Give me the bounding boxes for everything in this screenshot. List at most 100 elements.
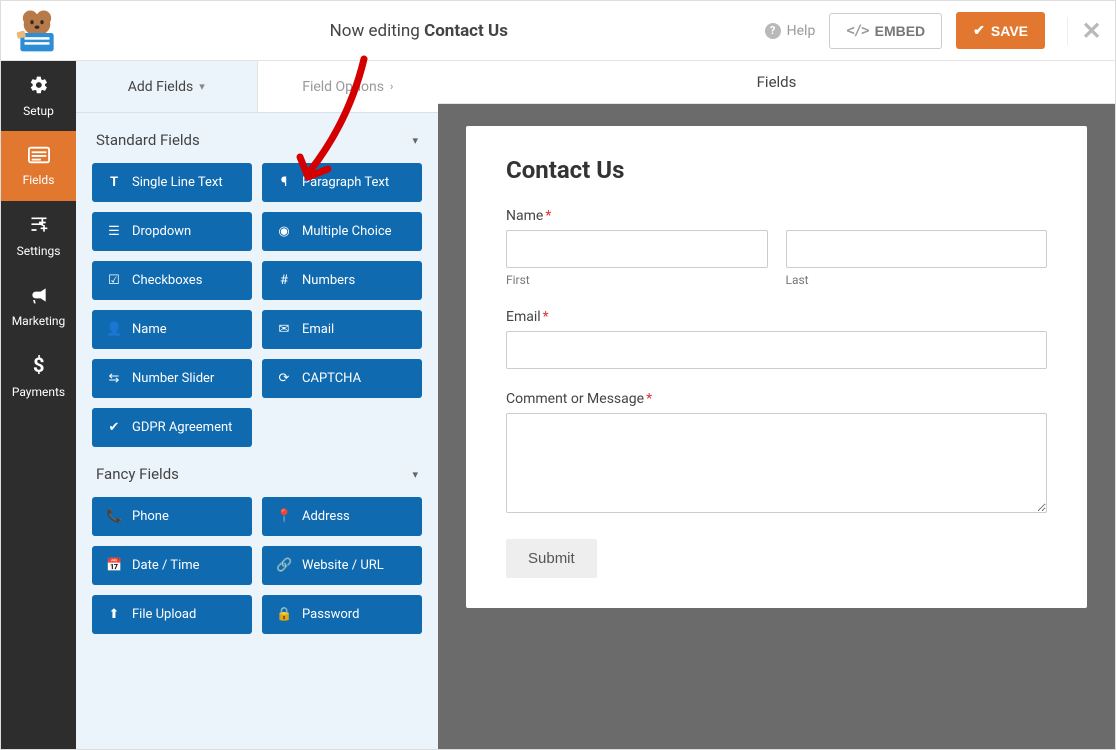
embed-label: EMBED [875,23,926,39]
user-icon: 👤 [106,322,122,337]
app-window: Now editing Contact Us ? Help </> EMBED … [0,0,1116,750]
canvas[interactable]: Contact Us Name* First L [438,104,1115,749]
paragraph-icon: ¶ [276,175,292,190]
group-header[interactable]: Standard Fields▾ [92,113,422,163]
field-chip-label: Multiple Choice [302,224,392,239]
first-sublabel: First [506,273,768,287]
form-title: Contact Us [506,156,1047,184]
field-chip-file-upload[interactable]: ⬆ File Upload [92,595,252,634]
field-chip-numbers[interactable]: #Numbers [262,261,422,300]
field-chip-website-url[interactable]: 🔗Website / URL [262,546,422,585]
tab-field-options[interactable]: Field Options › [257,61,439,112]
marker-icon: 📍 [276,509,292,524]
help-link[interactable]: ? Help [765,23,816,39]
required-asterisk: * [545,208,551,224]
field-chip-label: GDPR Agreement [132,420,232,435]
close-button[interactable]: ✕ [1067,17,1101,45]
refresh-icon: ⟳ [276,371,292,386]
field-name[interactable]: Name* First Last [506,208,1047,287]
email-input[interactable] [506,331,1047,369]
field-label: Comment or Message* [506,391,1047,407]
field-chip-label: Name [132,322,167,337]
nav-label: Marketing [12,314,66,328]
field-chip-date-time[interactable]: 📅Date / Time [92,546,252,585]
form-card: Contact Us Name* First L [466,126,1087,608]
help-icon: ? [765,23,781,39]
sidenav-item-fields[interactable]: Fields [1,131,76,201]
field-chip-label: Date / Time [132,558,200,573]
field-chip-password[interactable]: 🔒Password [262,595,422,634]
text-icon: 𝐓 [106,175,122,190]
radio-icon: ◉ [276,224,292,239]
save-button[interactable]: ✔ SAVE [956,12,1045,49]
field-chip-paragraph-text[interactable]: ¶Paragraph Text [262,163,422,202]
tab-label: Field Options [302,79,384,95]
field-chip-checkboxes[interactable]: ☑ Checkboxes [92,261,252,300]
bullhorn-icon [28,285,50,308]
field-grid: 📞Phone 📍Address 📅Date / Time 🔗Website / URL… [92,497,422,634]
nav-label: Payments [12,385,65,399]
chevron-down-icon: ▾ [412,468,418,481]
preview-banner: Fields [438,61,1115,104]
comment-textarea[interactable] [506,413,1047,513]
field-chip-name[interactable]: 👤 Name [92,310,252,349]
dollar-icon: $ [32,354,46,379]
form-name: Contact Us [424,21,508,41]
sidenav-item-settings[interactable]: Settings [1,201,76,271]
label-text: Name [506,208,543,224]
field-comment[interactable]: Comment or Message* [506,391,1047,517]
nav-label: Setup [23,104,54,118]
field-chip-address[interactable]: 📍Address [262,497,422,536]
embed-button[interactable]: </> EMBED [829,13,942,49]
slider-icon: ⇆ [106,371,122,386]
help-label: Help [787,23,816,39]
sidenav-item-marketing[interactable]: Marketing [1,271,76,341]
first-name-input[interactable] [506,230,768,268]
envelope-icon: ✉ [276,322,292,337]
checkbox-icon: ☑ [106,273,122,288]
field-chip-single-line-text[interactable]: 𝐓Single Line Text [92,163,252,202]
field-email[interactable]: Email* [506,309,1047,369]
field-chip-captcha[interactable]: ⟳ CAPTCHA [262,359,422,398]
sidenav-item-payments[interactable]: $ Payments [1,341,76,411]
field-chip-multiple-choice[interactable]: ◉ Multiple Choice [262,212,422,251]
gear-icon [29,75,49,98]
submit-button[interactable]: Submit [506,539,597,578]
phone-icon: 📞 [106,509,122,524]
chevron-right-icon: › [390,80,393,93]
group-header[interactable]: Fancy Fields ▾ [92,447,422,497]
field-chip-label: File Upload [132,607,196,622]
field-chip-dropdown[interactable]: ☰Dropdown [92,212,252,251]
save-label: SAVE [991,23,1028,39]
field-label: Email* [506,309,1047,325]
field-chip-gdpr-agreement[interactable]: ✔GDPR Agreement [92,408,252,447]
nav-label: Settings [17,244,61,258]
label-text: Comment or Message [506,391,644,407]
label-text: Email [506,309,541,325]
chevron-down-icon: ▾ [412,134,418,147]
last-sublabel: Last [786,273,1048,287]
field-grid: 𝐓Single Line Text ¶Paragraph Text ☰Dropdow… [92,163,422,447]
wpforms-logo-icon [12,8,62,53]
field-chip-email[interactable]: ✉ Email [262,310,422,349]
group-title: Fancy Fields [96,465,179,483]
preview-area: Fields Contact Us Name* First [438,61,1115,749]
field-chip-label: Email [302,322,334,337]
field-chip-phone[interactable]: 📞Phone [92,497,252,536]
sidenav-item-setup[interactable]: Setup [1,61,76,131]
dropdown-icon: ☰ [106,224,122,239]
field-chip-label: Checkboxes [132,273,202,288]
field-chip-label: Number Slider [132,371,214,386]
last-name-input[interactable] [786,230,1048,268]
form-icon [28,146,50,167]
panel-body[interactable]: Standard Fields▾𝐓Single Line Text ¶Paragr… [76,113,438,654]
top-bar-actions: ? Help </> EMBED ✔ SAVE ✕ [765,12,1101,49]
chevron-down-icon: ▾ [199,80,205,93]
hash-icon: # [276,273,292,288]
field-chip-label: CAPTCHA [302,371,361,386]
field-chip-label: Password [302,607,359,622]
upload-icon: ⬆ [106,607,122,622]
field-chip-number-slider[interactable]: ⇆ Number Slider [92,359,252,398]
tab-add-fields[interactable]: Add Fields ▾ [76,61,257,112]
sliders-icon [29,215,49,238]
